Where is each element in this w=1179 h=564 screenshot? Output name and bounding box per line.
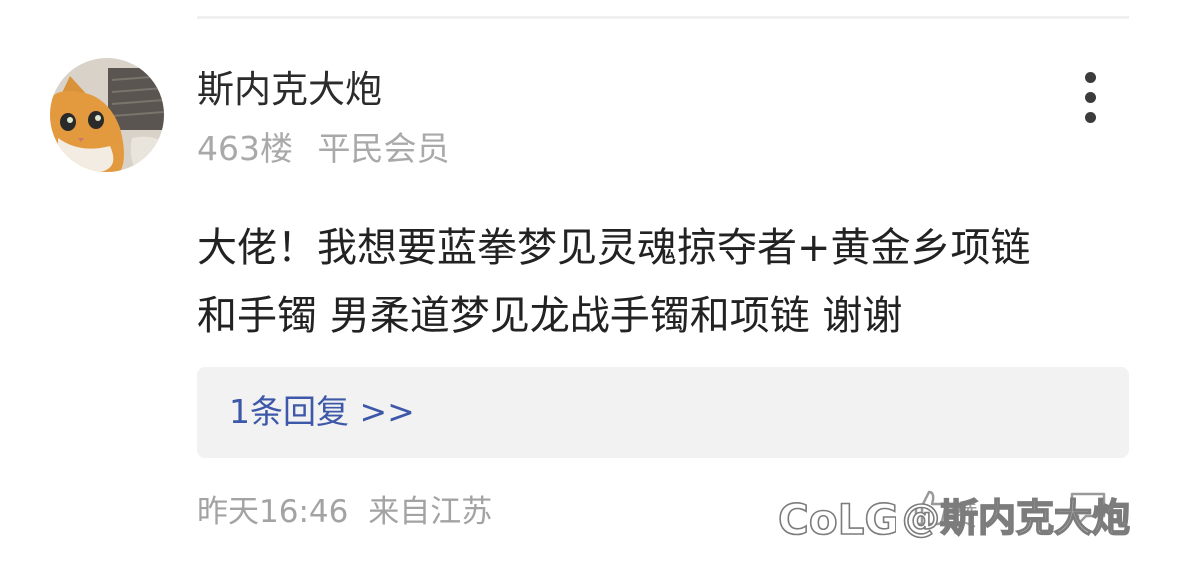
post-footer: 昨天16:46 来自江苏: [197, 491, 492, 533]
floor-number: 463楼: [197, 129, 293, 168]
cat-avatar-icon: [50, 58, 164, 172]
post-time: 昨天16:46: [197, 494, 349, 530]
username[interactable]: 斯内克大炮: [197, 66, 382, 114]
member-level: 平民会员: [317, 129, 450, 168]
avatar[interactable]: [50, 58, 164, 172]
comment-content: 大佬！我想要蓝拳梦见灵魂掠夺者+黄金乡项链 和手镯 男柔道梦见龙战手镯和项链 谢…: [197, 225, 1031, 339]
view-replies-link[interactable]: 1条回复 >>: [229, 390, 415, 434]
watermark: CoLG @斯内克大炮: [776, 490, 1131, 546]
colg-logo-icon: CoLG: [777, 494, 896, 542]
post-location: 来自江苏: [368, 494, 493, 530]
divider: [197, 16, 1129, 19]
watermark-handle: @斯内克大炮: [901, 495, 1131, 541]
colg-logo-text: CoLG: [778, 495, 896, 542]
replies-box[interactable]: 1条回复 >>: [197, 367, 1129, 458]
comment-card: 斯内克大炮 463楼 平民会员 大佬！我想要蓝拳梦见灵魂掠夺者+黄金乡项链 和手…: [0, 0, 1179, 564]
post-meta: 463楼 平民会员: [197, 127, 450, 171]
more-options-button[interactable]: [1068, 68, 1114, 128]
